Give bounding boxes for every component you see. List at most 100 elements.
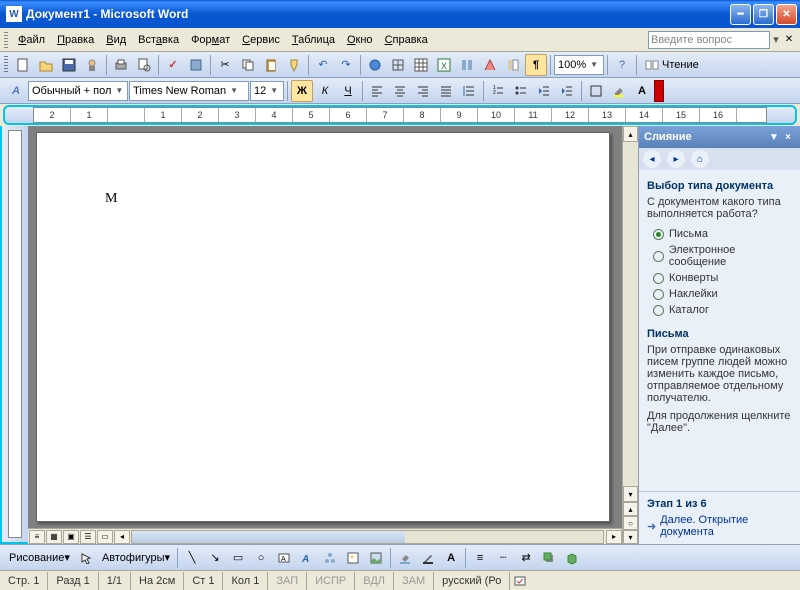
select-browse-button[interactable]: ○: [623, 516, 638, 530]
autoshapes-button[interactable]: Автофигуры ▾: [98, 547, 174, 569]
picture-button[interactable]: [365, 547, 387, 569]
styles-pane-button[interactable]: A: [5, 80, 27, 102]
line-color-button[interactable]: [417, 547, 439, 569]
menu-view[interactable]: Вид: [100, 32, 132, 48]
show-hide-button[interactable]: ¶: [525, 54, 547, 76]
grip-icon[interactable]: [4, 56, 8, 74]
align-center-button[interactable]: [389, 80, 411, 102]
status-rec[interactable]: ЗАП: [268, 572, 307, 590]
font-color-swatch[interactable]: [654, 80, 664, 102]
prev-page-button[interactable]: ▴: [623, 502, 638, 516]
reading-view-button[interactable]: ▭: [97, 530, 113, 544]
scroll-up-button[interactable]: ▴: [623, 126, 638, 142]
select-objects-button[interactable]: [75, 547, 97, 569]
horizontal-ruler[interactable]: 2112345678910111213141516: [33, 107, 767, 123]
highlight-button[interactable]: [608, 80, 630, 102]
maximize-button[interactable]: ❐: [753, 4, 774, 25]
oval-button[interactable]: ○: [250, 547, 272, 569]
web-view-button[interactable]: ▦: [46, 530, 62, 544]
scroll-right-button[interactable]: ▸: [606, 530, 622, 544]
insert-table-button[interactable]: [410, 54, 432, 76]
menu-help[interactable]: Справка: [379, 32, 434, 48]
underline-button[interactable]: Ч: [337, 80, 359, 102]
doc-map-button[interactable]: [502, 54, 524, 76]
menu-window[interactable]: Окно: [341, 32, 379, 48]
italic-button[interactable]: К: [314, 80, 336, 102]
fill-color-button[interactable]: [394, 547, 416, 569]
vertical-ruler[interactable]: [8, 130, 22, 538]
borders-button[interactable]: [585, 80, 607, 102]
new-doc-button[interactable]: [12, 54, 34, 76]
hscroll-track[interactable]: [131, 530, 604, 544]
columns-button[interactable]: [456, 54, 478, 76]
excel-button[interactable]: X: [433, 54, 455, 76]
document-page[interactable]: М: [36, 132, 610, 522]
bold-button[interactable]: Ж: [291, 80, 313, 102]
doctype-option[interactable]: Электронное сообщение: [647, 242, 792, 270]
textbox-button[interactable]: A: [273, 547, 295, 569]
line-button[interactable]: ╲: [181, 547, 203, 569]
document-area[interactable]: М: [28, 126, 622, 528]
hscroll-thumb[interactable]: [132, 531, 405, 543]
menu-tools[interactable]: Сервис: [236, 32, 286, 48]
status-language[interactable]: русский (Ро: [434, 572, 510, 590]
copy-button[interactable]: [237, 54, 259, 76]
size-combo[interactable]: 12▼: [250, 81, 284, 101]
print-preview-button[interactable]: [133, 54, 155, 76]
wizard-next-link[interactable]: ➜ Далее. Открытие документа: [647, 514, 792, 538]
font-color-draw-button[interactable]: A: [440, 547, 462, 569]
menu-table[interactable]: Таблица: [286, 32, 341, 48]
style-combo[interactable]: Обычный + пол▼: [28, 81, 128, 101]
doctype-option[interactable]: Каталог: [647, 302, 792, 318]
zoom-combo[interactable]: 100%▼: [554, 55, 604, 75]
arrow-button[interactable]: ↘: [204, 547, 226, 569]
rectangle-button[interactable]: ▭: [227, 547, 249, 569]
clipart-button[interactable]: [342, 547, 364, 569]
font-combo[interactable]: Times New Roman▼: [129, 81, 249, 101]
tables-borders-button[interactable]: [387, 54, 409, 76]
taskpane-close-button[interactable]: ×: [781, 132, 795, 143]
doc-close-button[interactable]: ✕: [782, 34, 796, 45]
print-button[interactable]: [110, 54, 132, 76]
spelling-button[interactable]: ✓: [162, 54, 184, 76]
permission-button[interactable]: [81, 54, 103, 76]
help-dropdown-icon[interactable]: ▾: [770, 33, 782, 46]
nav-back-icon[interactable]: ◂: [643, 150, 661, 168]
menu-edit[interactable]: Правка: [51, 32, 100, 48]
menu-file[interactable]: Файл: [12, 32, 51, 48]
bullets-button[interactable]: [510, 80, 532, 102]
scroll-left-button[interactable]: ◂: [114, 530, 130, 544]
read-mode-button[interactable]: Чтение: [640, 54, 704, 76]
numbering-button[interactable]: 12: [487, 80, 509, 102]
status-trk[interactable]: ИСПР: [307, 572, 355, 590]
dash-style-button[interactable]: ┄: [492, 547, 514, 569]
normal-view-button[interactable]: ≡: [29, 530, 45, 544]
shadow-button[interactable]: [538, 547, 560, 569]
taskpane-dropdown-button[interactable]: ▼: [767, 132, 781, 143]
font-color-button[interactable]: A: [631, 80, 653, 102]
drawing-button[interactable]: [479, 54, 501, 76]
scroll-down-button[interactable]: ▾: [623, 486, 638, 502]
arrow-style-button[interactable]: ⇄: [515, 547, 537, 569]
line-style-button[interactable]: ≡: [469, 547, 491, 569]
spellcheck-status-icon[interactable]: [514, 574, 528, 588]
status-ovr[interactable]: ЗАМ: [394, 572, 434, 590]
menu-insert[interactable]: Вставка: [132, 32, 185, 48]
vscroll-track[interactable]: [623, 142, 638, 486]
decrease-indent-button[interactable]: [533, 80, 555, 102]
doctype-option[interactable]: Письма: [647, 226, 792, 242]
outline-view-button[interactable]: ☰: [80, 530, 96, 544]
next-page-button[interactable]: ▾: [623, 530, 638, 544]
paste-button[interactable]: [260, 54, 282, 76]
save-button[interactable]: [58, 54, 80, 76]
cut-button[interactable]: ✂: [214, 54, 236, 76]
increase-indent-button[interactable]: [556, 80, 578, 102]
status-ext[interactable]: ВДЛ: [355, 572, 394, 590]
help-search-input[interactable]: [648, 31, 770, 49]
nav-home-icon[interactable]: ⌂: [691, 150, 709, 168]
minimize-button[interactable]: ━: [730, 4, 751, 25]
wordart-button[interactable]: A: [296, 547, 318, 569]
3d-button[interactable]: [561, 547, 583, 569]
format-painter-button[interactable]: [283, 54, 305, 76]
diagram-button[interactable]: [319, 547, 341, 569]
